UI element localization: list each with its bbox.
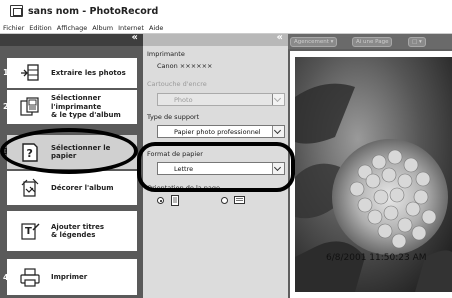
- nav-item-add-titles[interactable]: T Ajouter titres & légendes: [7, 211, 137, 251]
- menu-aide[interactable]: Aide: [149, 24, 163, 32]
- media-type-value: Papier photo professionnel: [174, 128, 261, 136]
- printer-album-icon: [20, 97, 39, 116]
- printer-value: Canon ××××××: [157, 62, 213, 70]
- callout-ellipse: [0, 128, 138, 174]
- landscape-page-icon: [234, 196, 245, 204]
- callout-rounded-box: [137, 142, 295, 192]
- nav-label: Imprimer: [51, 272, 88, 281]
- title-bar: sans nom - PhotoRecord: [0, 0, 452, 22]
- decorate-icon: [21, 178, 39, 197]
- printer-label: Imprimante: [147, 50, 185, 58]
- collapse-chevron-icon[interactable]: «: [132, 32, 138, 43]
- orientation-landscape-radio[interactable]: [221, 197, 228, 204]
- cartridge-label: Cartouche d'encre: [147, 80, 207, 88]
- nav-label: Ajouter titres & légendes: [51, 222, 105, 240]
- print-icon: [20, 268, 40, 287]
- menu-affichage[interactable]: Affichage: [57, 24, 88, 32]
- menu-bar: Fichier Edition Affichage Album Internet…: [0, 22, 452, 34]
- menu-internet[interactable]: Internet: [118, 24, 144, 32]
- preview-area: Agencement ▾ Ai une Page □ ▾ 6/8/2001 11…: [288, 34, 452, 298]
- portrait-page-icon: [171, 195, 179, 206]
- window-title: sans nom - PhotoRecord: [28, 5, 159, 17]
- nav-label: Sélectionner l'imprimante & le type d'al…: [51, 94, 121, 120]
- photo-timestamp: 6/8/2001 11:50:23 AM: [326, 253, 427, 263]
- nav-item-decorate-album[interactable]: Décorer l'album: [7, 171, 137, 205]
- cartridge-select: Photo: [157, 93, 285, 106]
- page-preview: 6/8/2001 11:50:23 AM: [290, 51, 452, 298]
- chevron-down-icon[interactable]: [272, 126, 284, 137]
- nav-item-print[interactable]: Imprimer: [7, 259, 137, 295]
- titles-icon: T: [21, 223, 40, 240]
- nav-label: Décorer l'album: [51, 183, 114, 192]
- import-photos-icon: [21, 64, 39, 81]
- chevron-down-icon: [272, 94, 284, 105]
- media-type-label: Type de support: [147, 113, 200, 121]
- panel-collapse-bar[interactable]: «: [143, 32, 288, 46]
- media-type-select[interactable]: Papier photo professionnel: [157, 125, 285, 138]
- nav-item-extract-photos[interactable]: Extraire les photos: [7, 58, 137, 88]
- page-button[interactable]: Ai une Page: [352, 37, 393, 47]
- layout-button[interactable]: Agencement ▾: [290, 37, 338, 47]
- orientation-portrait-radio[interactable]: [157, 197, 164, 204]
- nav-collapse-bar[interactable]: «: [0, 32, 143, 46]
- nav-item-select-printer[interactable]: Sélectionner l'imprimante & le type d'al…: [7, 90, 137, 124]
- menu-fichier[interactable]: Fichier: [3, 24, 24, 32]
- svg-text:T: T: [25, 226, 32, 237]
- menu-edition[interactable]: Edition: [29, 24, 52, 32]
- nav-label: Extraire les photos: [51, 68, 126, 77]
- menu-album[interactable]: Album: [92, 24, 113, 32]
- cartridge-value: Photo: [174, 96, 193, 104]
- app-icon: [10, 5, 23, 17]
- collapse-chevron-icon[interactable]: «: [277, 32, 283, 43]
- preview-toolbar: Agencement ▾ Ai une Page □ ▾: [288, 34, 452, 49]
- view-button[interactable]: □ ▾: [408, 37, 426, 47]
